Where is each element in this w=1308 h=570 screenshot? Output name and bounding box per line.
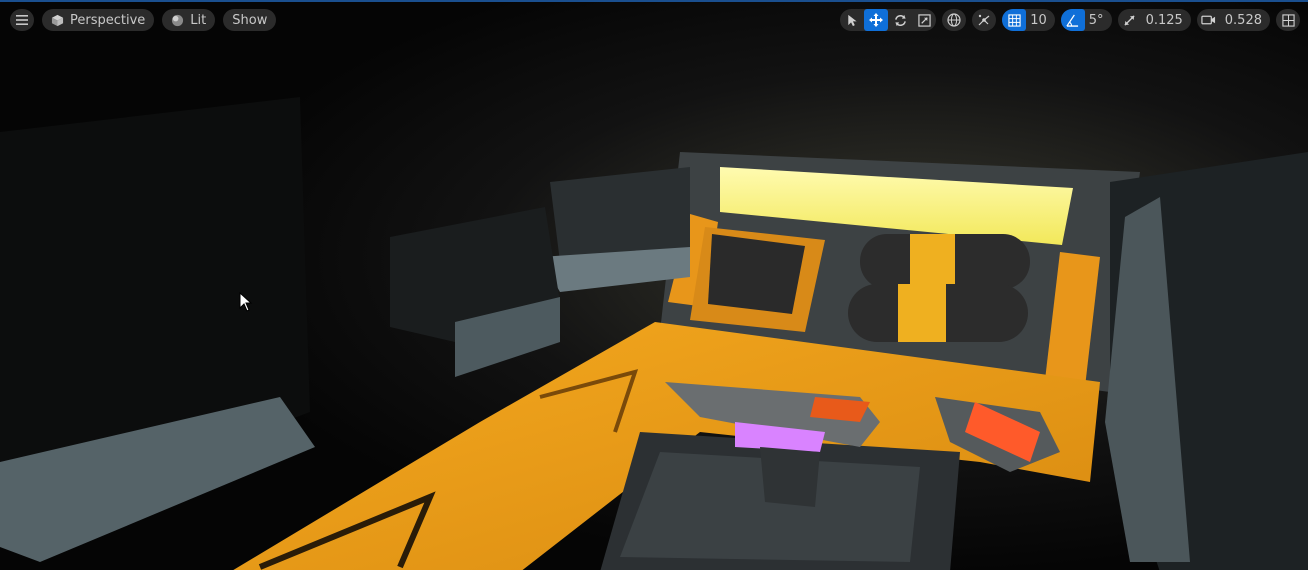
grid-snap-toggle[interactable] bbox=[1002, 9, 1027, 31]
transform-tools bbox=[840, 9, 937, 31]
grid-snap-value[interactable]: 10 bbox=[1026, 13, 1055, 28]
scale-tool-button[interactable] bbox=[912, 9, 936, 31]
scale-snap-control: 0.125 bbox=[1117, 9, 1191, 31]
camera-speed-control: 0.528 bbox=[1196, 9, 1270, 31]
hamburger-icon bbox=[16, 15, 28, 25]
rotation-snap-value[interactable]: 5° bbox=[1085, 13, 1112, 28]
rotation-snap-toggle[interactable] bbox=[1060, 9, 1085, 31]
show-flags-button[interactable]: Show bbox=[223, 9, 277, 31]
surface-snapping-button[interactable] bbox=[972, 9, 997, 31]
view-mode-label: Perspective bbox=[70, 12, 146, 28]
globe-icon bbox=[947, 13, 961, 27]
camera-speed-button[interactable] bbox=[1197, 9, 1221, 31]
lighting-mode-button[interactable]: Lit bbox=[162, 9, 216, 31]
cube-icon bbox=[51, 14, 64, 26]
grid-icon bbox=[1008, 13, 1021, 27]
sphere-icon bbox=[172, 14, 184, 26]
viewport-menu-button[interactable] bbox=[10, 9, 34, 31]
viewport-toolbar-right: 10 5° 0.125 0.528 bbox=[840, 9, 1300, 31]
world-local-toggle[interactable] bbox=[942, 9, 967, 31]
viewport-toolbar-left: Perspective Lit Show bbox=[10, 9, 277, 31]
rotation-snap-control: 5° bbox=[1060, 9, 1112, 31]
viewport-layout-button[interactable] bbox=[1276, 9, 1300, 31]
view-mode-button[interactable]: Perspective bbox=[42, 9, 155, 31]
rotate-tool-button[interactable] bbox=[888, 9, 912, 31]
grid-snap-control: 10 bbox=[1002, 9, 1055, 31]
lighting-mode-label: Lit bbox=[190, 12, 207, 28]
scale-snap-value[interactable]: 0.125 bbox=[1142, 13, 1191, 28]
scale-snap-toggle[interactable] bbox=[1118, 9, 1142, 31]
select-tool-button[interactable] bbox=[840, 9, 864, 31]
surface-snap-icon bbox=[978, 14, 990, 26]
cursor-arrow-icon bbox=[848, 14, 857, 26]
show-flags-label: Show bbox=[232, 12, 268, 28]
scene-render bbox=[0, 2, 1308, 570]
rotate-icon bbox=[894, 14, 906, 26]
angle-icon bbox=[1066, 14, 1079, 27]
scale-icon bbox=[918, 13, 931, 27]
camera-icon bbox=[1201, 15, 1216, 25]
scale-arrow-icon bbox=[1124, 14, 1135, 26]
translate-tool-button[interactable] bbox=[864, 9, 889, 31]
move-arrows-icon bbox=[869, 13, 884, 27]
mouse-pointer-icon bbox=[239, 292, 253, 312]
camera-speed-value[interactable]: 0.528 bbox=[1221, 13, 1270, 28]
layout-grid-icon bbox=[1281, 13, 1295, 27]
level-viewport[interactable]: Perspective Lit Show 10 5° 0.125 0.528 bbox=[0, 0, 1308, 570]
